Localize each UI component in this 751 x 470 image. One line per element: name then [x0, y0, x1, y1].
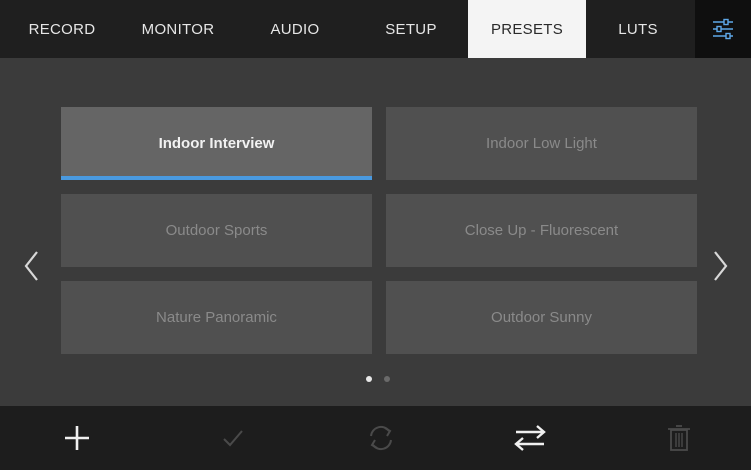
preset-outdoor-sunny[interactable]: Outdoor Sunny	[386, 281, 697, 354]
chevron-right-icon[interactable]	[708, 246, 732, 286]
preset-label: Indoor Interview	[158, 135, 275, 152]
sliders-icon	[713, 18, 733, 40]
tab-luts[interactable]: LUTS	[598, 0, 678, 58]
page-dot-active	[366, 376, 372, 382]
selection-indicator	[61, 176, 372, 180]
tab-monitor[interactable]: MONITOR	[122, 0, 234, 58]
preset-close-up-fluorescent[interactable]: Close Up - Fluorescent	[386, 194, 697, 267]
preset-label: Indoor Low Light	[486, 135, 597, 152]
tab-record[interactable]: RECORD	[14, 0, 110, 58]
tab-bar: RECORD MONITOR AUDIO SETUP PRESETS LUTS	[0, 0, 751, 58]
trash-icon[interactable]	[659, 418, 699, 458]
preset-nature-panoramic[interactable]: Nature Panoramic	[61, 281, 372, 354]
preset-label: Outdoor Sports	[165, 222, 268, 239]
tab-setup[interactable]: SETUP	[366, 0, 456, 58]
chevron-left-icon[interactable]	[20, 246, 44, 286]
presets-panel: Indoor Interview Indoor Low Light Outdoo…	[0, 58, 751, 406]
tab-audio[interactable]: AUDIO	[250, 0, 340, 58]
sync-icon[interactable]	[361, 418, 401, 458]
settings-tab[interactable]	[695, 0, 751, 58]
plus-icon[interactable]	[57, 418, 97, 458]
swap-arrows-icon[interactable]	[510, 418, 550, 458]
preset-label: Outdoor Sunny	[491, 309, 592, 326]
check-icon[interactable]	[213, 418, 253, 458]
preset-indoor-low-light[interactable]: Indoor Low Light	[386, 107, 697, 180]
preset-outdoor-sports[interactable]: Outdoor Sports	[61, 194, 372, 267]
page-indicator	[364, 376, 394, 386]
bottom-toolbar	[0, 406, 751, 470]
preset-label: Nature Panoramic	[156, 309, 277, 326]
preset-label: Close Up - Fluorescent	[464, 222, 619, 239]
preset-indoor-interview[interactable]: Indoor Interview	[61, 107, 372, 180]
tab-presets[interactable]: PRESETS	[468, 0, 586, 58]
page-dot	[384, 376, 390, 382]
